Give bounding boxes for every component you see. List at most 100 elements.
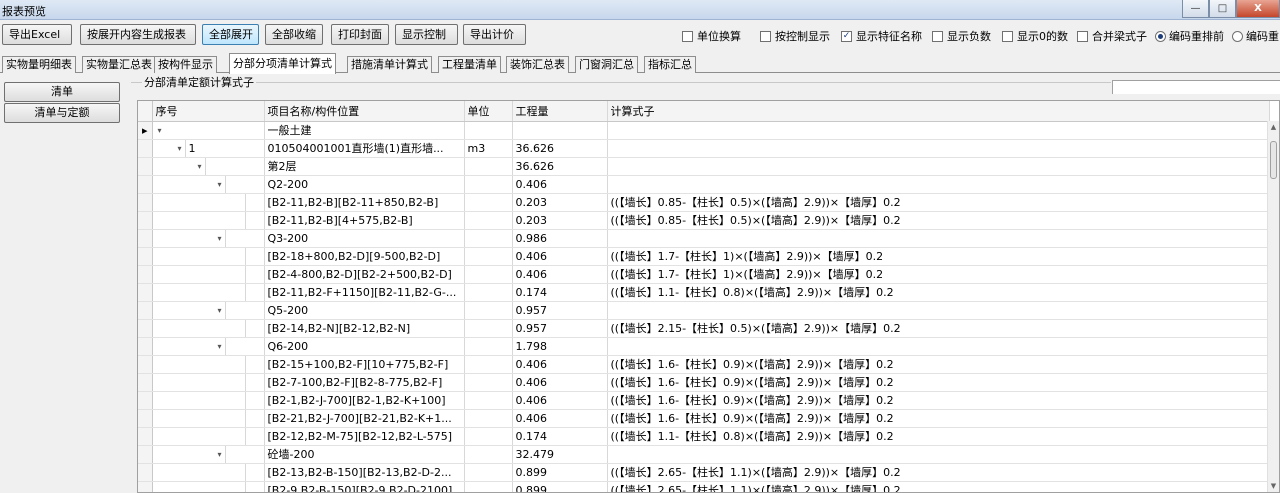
unit-cell xyxy=(464,265,513,284)
column-header-quantity[interactable]: 工程量 xyxy=(512,101,608,122)
checkbox-checked-icon[interactable]: ✓ xyxy=(841,30,852,42)
list-button[interactable]: 清单 xyxy=(4,82,120,102)
display-control-button[interactable]: 显示控制 xyxy=(395,24,458,45)
checkbox-icon[interactable] xyxy=(682,30,693,42)
row-indicator xyxy=(138,445,153,464)
table-row[interactable]: [B2-11,B2-B][B2-11+850,B2-B] 0.203 ((【墙长】0… xyxy=(138,193,1270,212)
quantity-cell: 0.406 xyxy=(512,355,608,374)
expand-toggle-icon[interactable]: ▾ xyxy=(215,306,225,315)
expand-toggle-icon[interactable]: ▾ xyxy=(195,162,205,171)
table-row[interactable]: [B2-9,B2-B-150][B2-9,B2-D-2100] 0.899 ((【墙… xyxy=(138,481,1270,492)
table-row[interactable]: [B2-7-100,B2-F][B2-8-775,B2-F] 0.406 ((【墙长… xyxy=(138,373,1270,392)
list-and-quota-button[interactable]: 清单与定额 xyxy=(4,103,120,123)
option-show-negative[interactable]: 显示负数 xyxy=(932,29,991,43)
option-show-zero[interactable]: 显示0的数 xyxy=(1002,29,1068,43)
unit-cell xyxy=(464,355,513,374)
name-cell: [B2-21,B2-J-700][B2-21,B2-K+1... xyxy=(264,409,465,428)
current-row-indicator-icon: ▸ xyxy=(138,121,153,140)
tab-door-window-summary[interactable]: 门窗洞汇总 xyxy=(575,56,638,73)
formula-cell xyxy=(607,139,1270,158)
maximize-button[interactable]: □ xyxy=(1209,0,1236,18)
tab-sub-item-formula[interactable]: 分部分项清单计算式 xyxy=(229,53,336,74)
tree-nest-line xyxy=(244,373,264,390)
unit-cell xyxy=(464,445,513,464)
table-row[interactable]: [B2-1,B2-J-700][B2-1,B2-K+100] 0.406 ((【墙长… xyxy=(138,391,1270,410)
tab-material-summary[interactable]: 实物量汇总表 xyxy=(82,56,156,73)
formula-grid[interactable]: 序号 项目名称/构件位置 单位 工程量 计算式子 ▸ ▾ 一般土建 ▾ 1 0105040… xyxy=(137,100,1280,493)
table-row[interactable]: [B2-13,B2-B-150][B2-13,B2-D-2... 0.899 ((【… xyxy=(138,463,1270,482)
collapse-all-button[interactable]: 全部收缩 xyxy=(265,24,323,45)
column-header-name[interactable]: 项目名称/构件位置 xyxy=(264,101,465,122)
tab-quantity-list[interactable]: 工程量清单 xyxy=(438,56,501,73)
table-row[interactable]: ▾ Q2-200 0.406 xyxy=(138,175,1270,194)
table-row[interactable]: ▾ Q6-200 1.798 xyxy=(138,337,1270,356)
print-cover-button[interactable]: 打印封面 xyxy=(331,24,389,45)
formula-cell xyxy=(607,445,1270,464)
formula-cell: ((【墙长】1.6-【柱长】0.9)×(【墙高】2.9))×【墙厚】0.2 xyxy=(607,355,1270,374)
table-row[interactable]: [B2-11,B2-B][4+575,B2-B] 0.203 ((【墙长】0.85-… xyxy=(138,211,1270,230)
vertical-scrollbar[interactable]: ▲ ▼ xyxy=(1267,121,1279,492)
formula-cell: ((【墙长】0.85-【柱长】0.5)×(【墙高】2.9))×【墙厚】0.2 xyxy=(607,193,1270,212)
table-row[interactable]: ▾ 砼墙-200 32.479 xyxy=(138,445,1270,464)
tab-decoration-summary[interactable]: 装饰汇总表 xyxy=(506,56,569,73)
tab-index-summary[interactable]: 指标汇总 xyxy=(644,56,696,73)
name-cell: [B2-13,B2-B-150][B2-13,B2-D-2... xyxy=(264,463,465,482)
table-row[interactable]: [B2-11,B2-F+1150][B2-11,B2-G-... 0.174 ((【… xyxy=(138,283,1270,302)
column-header-formula[interactable]: 计算式子 xyxy=(607,101,1270,122)
title-bar: 报表预览 — □ X xyxy=(0,0,1280,20)
expand-toggle-icon[interactable]: ▾ xyxy=(215,342,225,351)
table-row[interactable]: [B2-14,B2-N][B2-12,B2-N] 0.957 ((【墙长】2.15-… xyxy=(138,319,1270,338)
column-header-seq[interactable]: 序号 xyxy=(152,101,265,122)
tree-nest-line xyxy=(244,211,264,228)
seq-cell xyxy=(152,427,265,446)
scroll-up-icon[interactable]: ▲ xyxy=(1268,121,1279,133)
formula-cell: ((【墙长】1.6-【柱长】0.9)×(【墙高】2.9))×【墙厚】0.2 xyxy=(607,373,1270,392)
option-show-by-control[interactable]: 按控制显示 xyxy=(760,29,830,43)
export-excel-button[interactable]: 导出Excel xyxy=(2,24,72,45)
option-merge-beam[interactable]: 合并梁式子 xyxy=(1077,29,1147,43)
tab-by-component[interactable]: 按构件显示 xyxy=(154,56,217,73)
minimize-button[interactable]: — xyxy=(1182,0,1209,18)
table-row[interactable]: [B2-21,B2-J-700][B2-21,B2-K+1... 0.406 ((【… xyxy=(138,409,1270,428)
generate-report-button[interactable]: 按展开内容生成报表 xyxy=(80,24,196,45)
checkbox-icon[interactable] xyxy=(760,30,771,42)
table-row[interactable]: ▾ 第2层 36.626 xyxy=(138,157,1270,176)
row-indicator xyxy=(138,211,153,230)
expand-toggle-icon[interactable]: ▾ xyxy=(215,450,225,459)
formula-cell: ((【墙长】1.1-【柱长】0.8)×(【墙高】2.9))×【墙厚】0.2 xyxy=(607,283,1270,302)
table-row[interactable]: ▾ 1 010504001001直形墙(1)直形墙... m3 36.626 xyxy=(138,139,1270,158)
name-cell: [B2-18+800,B2-D][9-500,B2-D] xyxy=(264,247,465,266)
option-unit-conversion[interactable]: 单位换算 xyxy=(682,29,741,43)
checkbox-icon[interactable] xyxy=(1002,30,1013,42)
option-show-feature-name[interactable]: ✓ 显示特征名称 xyxy=(841,29,922,43)
seq-cell: ▾ xyxy=(152,175,265,194)
radio-code-reorder[interactable]: 编码重 xyxy=(1232,29,1279,43)
tab-material-detail[interactable]: 实物量明细表 xyxy=(2,56,76,73)
group-filter-field[interactable] xyxy=(1112,80,1280,94)
quantity-cell: 0.174 xyxy=(512,427,608,446)
checkbox-icon[interactable] xyxy=(1077,30,1088,42)
export-pricing-button[interactable]: 导出计价 xyxy=(463,24,526,45)
scroll-down-icon[interactable]: ▼ xyxy=(1268,480,1279,492)
radio-selected-icon[interactable] xyxy=(1155,30,1166,42)
table-row[interactable]: ▾ Q3-200 0.986 xyxy=(138,229,1270,248)
checkbox-icon[interactable] xyxy=(932,30,943,42)
table-row[interactable]: ▸ ▾ 一般土建 xyxy=(138,121,1270,140)
expand-all-button[interactable]: 全部展开 xyxy=(202,24,259,45)
table-row[interactable]: [B2-15+100,B2-F][10+775,B2-F] 0.406 ((【墙长】… xyxy=(138,355,1270,374)
expand-toggle-icon[interactable]: ▾ xyxy=(175,144,185,153)
tab-measures-formula[interactable]: 措施清单计算式 xyxy=(347,56,432,73)
radio-code-reorder-before[interactable]: 编码重排前 xyxy=(1155,29,1224,43)
table-row[interactable]: [B2-12,B2-M-75][B2-12,B2-L-575] 0.174 ((【墙… xyxy=(138,427,1270,446)
table-row[interactable]: [B2-4-800,B2-D][B2-2+500,B2-D] 0.406 ((【墙长… xyxy=(138,265,1270,284)
scroll-thumb[interactable] xyxy=(1270,141,1277,179)
expand-toggle-icon[interactable]: ▾ xyxy=(215,180,225,189)
expand-toggle-icon[interactable]: ▾ xyxy=(155,126,165,135)
seq-cell xyxy=(152,283,265,302)
close-button[interactable]: X xyxy=(1236,0,1280,18)
table-row[interactable]: [B2-18+800,B2-D][9-500,B2-D] 0.406 ((【墙长】1… xyxy=(138,247,1270,266)
radio-icon[interactable] xyxy=(1232,30,1243,42)
table-row[interactable]: ▾ Q5-200 0.957 xyxy=(138,301,1270,320)
expand-toggle-icon[interactable]: ▾ xyxy=(215,234,225,243)
column-header-unit[interactable]: 单位 xyxy=(464,101,513,122)
